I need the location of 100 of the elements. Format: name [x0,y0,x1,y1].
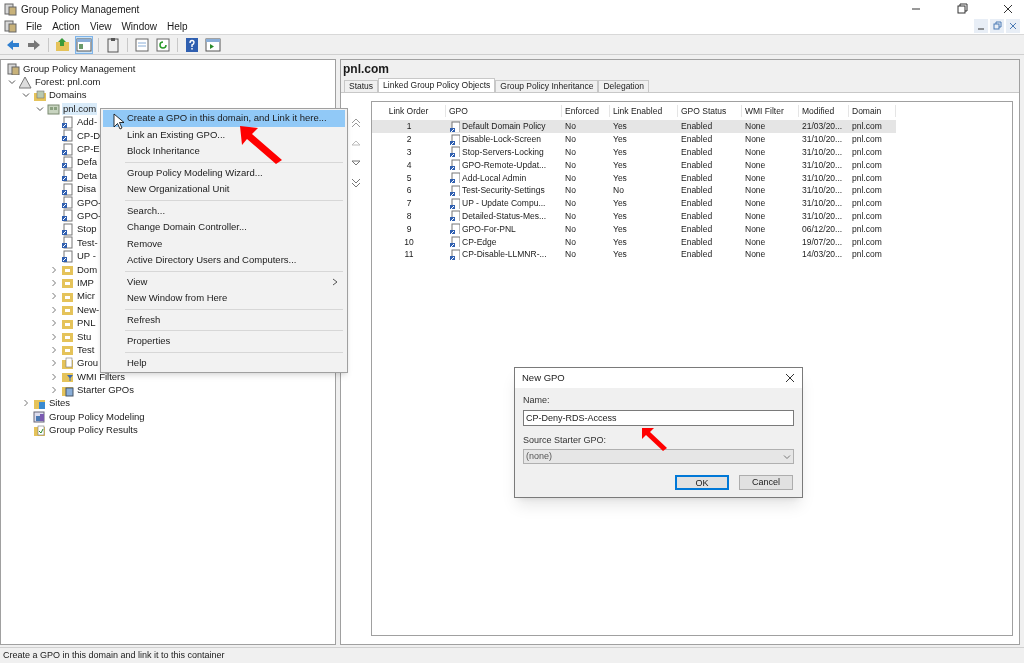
expand-chevron-icon[interactable] [49,385,59,396]
tree-item[interactable]: CP-E [76,143,101,156]
action-pane-button[interactable] [204,35,222,54]
tree-item[interactable]: Disa [76,183,97,196]
export-list-button[interactable] [133,35,151,54]
gpo-link-icon [61,236,74,250]
tree-item[interactable]: Group Policy Management [22,62,137,75]
console-tree-button[interactable] [75,35,93,54]
expand-chevron-icon[interactable] [49,304,59,315]
tree-item[interactable]: Defa [76,156,99,169]
menu-item[interactable]: Refresh [103,311,345,328]
menu-item[interactable]: Window [116,18,162,34]
table-cell: Yes [613,222,627,235]
tree-item[interactable]: Forest: pnl.com [34,76,102,89]
menu-item[interactable]: New Organizational Unit [103,181,345,198]
menu-item[interactable]: Action [47,18,85,34]
menu-item[interactable]: Active Directory Users and Computers... [103,252,345,269]
tree-item[interactable]: Group Policy Results [48,424,139,437]
tree-item[interactable]: Group Policy Modeling [48,410,146,423]
folder-up-button[interactable] [54,35,72,54]
expand-chevron-icon[interactable] [49,277,59,288]
tree-item[interactable]: Deta [76,169,99,182]
menu-item[interactable]: Help [103,354,345,371]
menu-item[interactable]: Create a GPO in this domain, and Link it here... [103,110,345,127]
table-cell: No [565,248,576,261]
tree-item[interactable]: IMP [76,276,95,289]
tab[interactable]: Linked Group Policy Objects [378,78,496,92]
tree-item[interactable]: Add- [76,116,99,129]
refresh-button[interactable] [154,35,172,54]
expand-chevron-icon[interactable] [49,331,59,342]
tree-item[interactable]: Test [76,343,96,356]
tab[interactable]: Delegation [598,80,650,92]
column-header[interactable]: WMI Filter [745,105,784,116]
table-row[interactable]: 1 Default Domain Policy No Yes Enabled None 21/03/20... pnl.com [372,120,896,133]
ok-button[interactable]: OK [675,475,729,490]
mdi-close-icon[interactable] [1006,19,1020,33]
tree-item[interactable]: UP - [76,250,97,263]
menu-item[interactable]: Properties [103,333,345,350]
tree-item[interactable]: Dom [76,263,99,276]
table-cell: 5 [406,171,412,184]
gpo-link-icon [449,223,460,235]
column-header[interactable]: Modified [802,105,835,116]
column-header[interactable]: Enforced [565,105,600,116]
name-field[interactable]: CP-Deny-RDS-Access [523,409,794,426]
tab[interactable]: Status [344,80,379,92]
tree-item[interactable]: CP-D [76,129,102,142]
column-header[interactable]: Domain [852,105,882,116]
clipboard-button[interactable] [104,35,122,54]
menu-item[interactable]: View [103,273,345,290]
tree-item[interactable]: Starter GPOs [76,384,135,397]
tab[interactable]: Group Policy Inheritance [495,80,599,92]
tree-item[interactable]: Stu [76,330,93,343]
tree-item[interactable]: pnl.com [62,102,98,115]
tree-item[interactable]: Test- [76,236,99,249]
column-header[interactable]: Link Order [388,105,429,116]
tree-item[interactable]: New- [76,303,101,316]
folder-icon [61,303,74,317]
expand-chevron-icon[interactable] [49,291,59,302]
help-button[interactable] [183,35,201,54]
menu-item[interactable]: Search... [103,202,345,219]
close-icon[interactable] [1002,3,1014,15]
close-icon[interactable] [785,373,795,383]
tree-item[interactable]: Domains [48,89,88,102]
menu-item[interactable]: Block Inheritance [103,143,345,160]
mdi-minimize-icon[interactable] [974,19,988,33]
expand-chevron-icon[interactable] [49,371,59,382]
gpo-link-icon [449,210,460,222]
menu-item[interactable]: View [84,18,117,34]
table-cell: 11 [404,248,414,261]
tree-item[interactable]: GPO- [76,210,103,222]
expand-chevron-icon[interactable] [49,358,59,369]
tree-item[interactable]: Grou [76,357,100,370]
menu-item[interactable]: Group Policy Modeling Wizard... [103,164,345,181]
menu-item[interactable]: File [21,18,48,34]
expand-chevron-icon[interactable] [49,344,59,355]
tree-item[interactable]: Stop [76,223,98,236]
expand-chevron-icon[interactable] [21,398,31,409]
expand-chevron-icon[interactable] [49,264,59,275]
gpo-link-icon [61,222,74,236]
move-to-bottom-icon[interactable] [350,177,362,189]
tree-item[interactable]: GPO- [76,196,103,209]
column-header[interactable]: Link Enabled [613,105,663,116]
column-header[interactable]: GPO Status [681,105,727,116]
tree-item[interactable]: Micr [76,290,96,303]
gpo-link-icon [449,236,460,248]
table-cell: No [565,184,576,197]
column-header[interactable]: GPO [449,105,468,116]
menu-item[interactable]: Help [162,18,193,34]
tree-item[interactable]: PNL [76,317,97,330]
restore-icon[interactable] [956,3,968,15]
tree-item[interactable]: Sites [48,397,72,410]
cancel-button[interactable]: Cancel [739,475,793,490]
table-cell: None [745,209,766,222]
expand-chevron-icon[interactable] [49,318,59,329]
menu-item[interactable]: Change Domain Controller... [103,219,345,236]
move-to-top-icon[interactable] [350,117,362,129]
tree-item[interactable]: WMI Filters [76,370,127,383]
menu-item[interactable]: New Window from Here [103,290,345,307]
menu-item[interactable]: Remove [103,235,345,252]
menu-item[interactable]: Link an Existing GPO... [103,126,345,143]
